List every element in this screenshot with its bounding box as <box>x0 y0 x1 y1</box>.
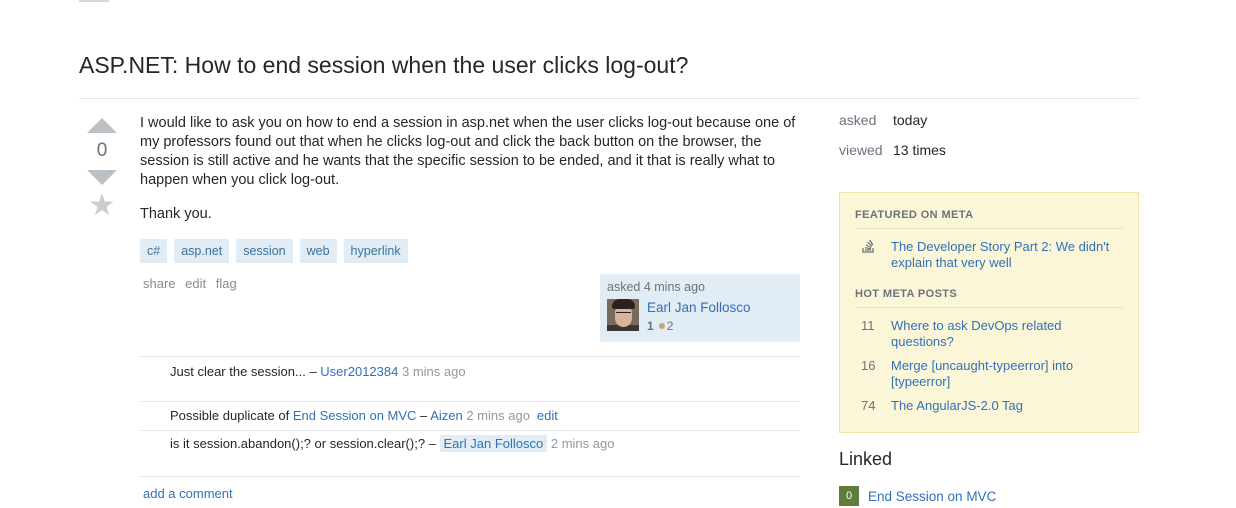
comment-user-link[interactable]: User2012384 <box>320 364 398 379</box>
comment-text: is it session.abandon();? or session.cle… <box>170 436 440 451</box>
top-divider <box>79 0 109 2</box>
flag-link[interactable]: flag <box>216 276 237 291</box>
comment-text: Possible duplicate of <box>170 408 293 423</box>
post-menu: share edit flag <box>143 276 243 291</box>
hot-post-count: 11 <box>861 318 875 333</box>
comment-date: 2 mins ago <box>462 408 530 423</box>
comment-date: 3 mins ago <box>398 364 466 379</box>
bronze-badge-icon <box>658 323 665 329</box>
comment-text: Just clear the session... – <box>170 364 321 379</box>
hot-post-link[interactable]: The AngularJS-2.0 Tag <box>891 398 1023 414</box>
comment-linked-question[interactable]: End Session on MVC <box>293 408 417 423</box>
asked-value: today <box>893 112 928 128</box>
vote-cell: 0 ★ <box>84 118 120 221</box>
tag-csharp[interactable]: c# <box>140 239 168 263</box>
comment: is it session.abandon();? or session.cle… <box>140 431 800 477</box>
title-divider <box>79 98 1139 99</box>
featured-meta-item: The Developer Story Part 2: We didn't ex… <box>855 239 1125 271</box>
add-comment-link[interactable]: add a comment <box>143 486 233 501</box>
reputation-score: 1 <box>647 319 654 333</box>
linked-question: 0 End Session on MVC <box>839 486 996 506</box>
featured-meta-heading: FEATURED ON META <box>855 209 974 221</box>
hot-meta-post: 74 The AngularJS-2.0 Tag <box>855 398 1125 414</box>
comment-dash: – <box>416 408 431 423</box>
body-paragraph: Thank you. <box>140 206 212 222</box>
asked-time: asked 4 mins ago <box>607 280 705 294</box>
featured-meta-link[interactable]: The Developer Story Part 2: We didn't ex… <box>891 239 1125 271</box>
tag-list: c# asp.net session web hyperlink <box>140 239 408 263</box>
bronze-badge-count: 2 <box>666 319 674 333</box>
favorite-star-icon[interactable]: ★ <box>84 191 120 221</box>
viewed-value: 13 times <box>893 142 946 158</box>
question-title[interactable]: ASP.NET: How to end session when the use… <box>79 52 688 79</box>
viewed-label: viewed <box>839 142 883 158</box>
downvote-arrow-icon[interactable] <box>87 170 117 185</box>
comment-user-link[interactable]: Earl Jan Follosco <box>439 435 548 452</box>
avatar[interactable] <box>607 299 639 331</box>
linked-question-link[interactable]: End Session on MVC <box>868 489 996 504</box>
hot-post-count: 74 <box>861 398 876 413</box>
comment: Possible duplicate of End Session on MVC… <box>140 402 800 431</box>
hot-post-link[interactable]: Where to ask DevOps related questions? <box>891 318 1125 350</box>
meta-divider <box>855 228 1123 229</box>
comment-edit-link[interactable]: edit <box>537 408 558 423</box>
hot-post-link[interactable]: Merge [uncaught-typeerror] into [typeerr… <box>891 358 1125 390</box>
owner-name-link[interactable]: Earl Jan Follosco <box>647 300 751 315</box>
linked-vote-count: 0 <box>839 486 859 506</box>
hot-meta-post: 16 Merge [uncaught-typeerror] into [type… <box>855 358 1125 390</box>
asked-label: asked <box>839 112 877 128</box>
hot-meta-post: 11 Where to ask DevOps related questions… <box>855 318 1125 350</box>
tag-session[interactable]: session <box>236 239 293 263</box>
comment-date: 2 mins ago <box>547 436 615 451</box>
comment-list: Just clear the session... – User2012384 … <box>140 356 800 477</box>
tag-web[interactable]: web <box>299 239 337 263</box>
tag-hyperlink[interactable]: hyperlink <box>343 239 408 263</box>
stack-icon <box>855 239 891 271</box>
hot-meta-heading: HOT META POSTS <box>855 288 958 300</box>
owner-reputation: 12 <box>647 319 751 333</box>
question-body: I would like to ask you on how to end a … <box>140 114 800 239</box>
tag-aspnet[interactable]: asp.net <box>174 239 230 263</box>
edit-link[interactable]: edit <box>185 276 206 291</box>
meta-divider <box>855 307 1123 308</box>
meta-sidebar-box: FEATURED ON META The Developer Story Par… <box>839 192 1139 433</box>
vote-count: 0 <box>96 140 108 161</box>
body-paragraph: I would like to ask you on how to end a … <box>140 115 796 188</box>
comment: Just clear the session... – User2012384 … <box>140 357 800 402</box>
comment-user-link[interactable]: Aizen <box>430 408 463 423</box>
share-link[interactable]: share <box>143 276 176 291</box>
linked-heading: Linked <box>839 449 893 469</box>
hot-post-count: 16 <box>861 358 876 373</box>
upvote-arrow-icon[interactable] <box>87 118 117 133</box>
owner-card: asked 4 mins ago Earl Jan Follosco 12 <box>600 274 800 342</box>
